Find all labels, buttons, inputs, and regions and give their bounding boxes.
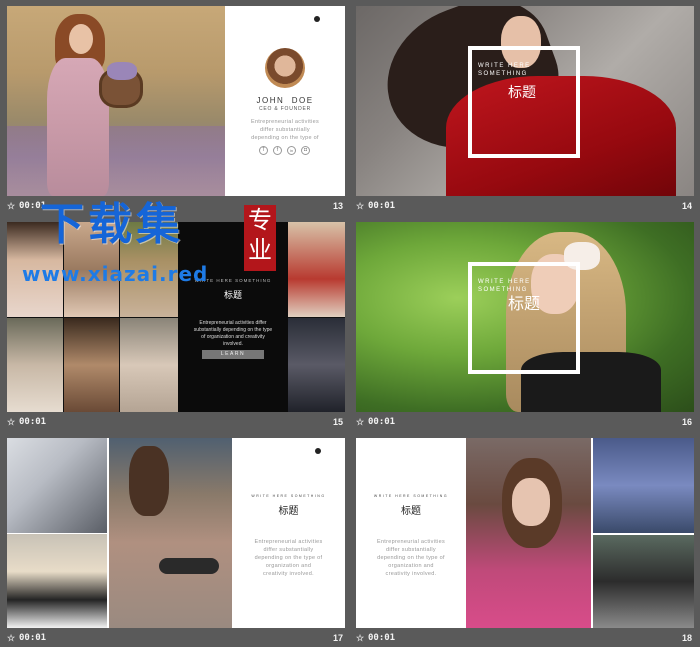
profile-name: JOHN DOE (256, 96, 314, 105)
skate-girl-photo (109, 438, 232, 628)
profile-panel: JOHN DOE CEO & FOUNDER Entrepreneurial a… (225, 6, 345, 196)
slide-17-bar: ☆ 00:01 17 (7, 630, 345, 647)
body-line: creativity involved. (385, 571, 437, 577)
body-line: substantially depending on the type (193, 327, 273, 333)
body-line: of organization and creativity (201, 334, 265, 340)
dark-hair-woman-photo (593, 438, 694, 533)
dot-marker (314, 16, 320, 22)
collage-photo-6 (120, 318, 178, 412)
slide-title: 标题 (223, 291, 242, 301)
slide-title: 标题 (508, 85, 536, 101)
slide-14-canvas[interactable]: WRITE HERE SOMETHING 标题 (356, 6, 694, 196)
body-line: creativity involved. (263, 571, 314, 577)
blonde-pose-photo (7, 438, 107, 533)
body-line: organization and (265, 563, 312, 569)
frame-caption: WRITE HERE SOMETHING (478, 62, 531, 78)
slide-time: 00:01 (19, 417, 47, 427)
slide-16-canvas[interactable]: WRITE HERE SOMETHING 标题 (356, 222, 694, 412)
slide-thumbnail-17[interactable]: WRITE HERE SOMETHING 标题 Entrepreneurial … (7, 438, 345, 647)
facebook-icon[interactable]: f (273, 146, 282, 155)
slide-thumbnail-15[interactable]: WRITE HERE SOMETHING 标题 Entrepreneurial … (7, 222, 345, 436)
star-icon[interactable]: ☆ (356, 201, 364, 212)
slide-number: 16 (681, 417, 692, 427)
slide-thumbnail-16[interactable]: WRITE HERE SOMETHING 标题 ☆ 00:01 16 (356, 222, 694, 436)
star-icon[interactable]: ☆ (356, 633, 364, 644)
slide-15-bar: ☆ 00:01 15 (7, 414, 345, 432)
body-line: depending on the type of (251, 135, 319, 141)
slide-number: 17 (332, 633, 343, 643)
badge-char: 专 (248, 206, 272, 234)
car-woman-photo (593, 535, 694, 628)
caption-line: SOMETHING (478, 71, 528, 77)
slide-number: 13 (332, 201, 343, 211)
badge-char: 业 (248, 236, 272, 264)
body-line: Entrepreneurial activities (250, 119, 320, 125)
profile-role: CEO & FOUNDER (258, 106, 312, 112)
slide-16-bar: ☆ 00:01 16 (356, 414, 694, 432)
collage-photo-7 (288, 222, 345, 317)
social-icons: T f in ◘ (259, 146, 315, 156)
slide-18-bar: ☆ 00:01 18 (356, 630, 694, 647)
body-line: depending on the type of (254, 555, 323, 561)
profile-body: Entrepreneurial activities differ substa… (235, 118, 335, 142)
collage-photo-5 (64, 318, 119, 412)
slide-title: 标题 (278, 506, 299, 517)
caption-line: WRITE HERE (478, 279, 531, 285)
slide-time: 00:01 (19, 633, 47, 643)
text-panel: WRITE HERE SOMETHING 标题 Entrepreneurial … (232, 438, 345, 628)
body-line: depending on the type of (377, 555, 445, 561)
watermark-url: www.xiazai.red (22, 262, 209, 286)
slide-title: 标题 (508, 294, 541, 313)
panel-body: Entrepreneurial activities differ substa… (184, 320, 282, 348)
star-icon[interactable]: ☆ (7, 633, 15, 644)
body-line: differ substantially (260, 127, 310, 133)
slide-14-bar: ☆ 00:01 14 (356, 198, 694, 216)
learn-button[interactable]: LEARN (202, 350, 264, 359)
watermark-badge: 专 业 (244, 205, 276, 271)
slide-time: 00:01 (368, 633, 396, 643)
body-line: differ substantially (386, 547, 436, 553)
body-line: Entrepreneurial activities (254, 539, 323, 545)
collage-photo-4 (7, 318, 63, 412)
watermark-text: 下载集 (40, 199, 184, 250)
slide-thumbnail-18[interactable]: WRITE HERE SOMETHING 标题 Entrepreneurial … (356, 438, 694, 647)
slide-number: 18 (681, 633, 692, 643)
caption-line: WRITE HERE (478, 63, 531, 69)
text-panel: WRITE HERE SOMETHING 标题 Entrepreneurial … (356, 438, 466, 628)
blonde-portrait-photo (7, 534, 107, 628)
body-line: involved. (223, 341, 243, 347)
body-line: organization and (388, 563, 434, 569)
panel-caption: WRITE HERE SOMETHING (373, 494, 449, 498)
star-icon[interactable]: ☆ (7, 417, 15, 428)
girl-flowers-photo (466, 438, 591, 628)
star-icon[interactable]: ☆ (356, 417, 364, 428)
body-line: differ substantially (263, 547, 314, 553)
body-line: Entrepreneurial activities differ (199, 320, 267, 326)
slide-number: 14 (681, 201, 692, 211)
slide-title: 标题 (401, 506, 421, 517)
panel-body: Entrepreneurial activities differ substa… (240, 538, 337, 578)
twitter-icon[interactable]: T (259, 146, 268, 155)
panel-caption: WRITE HERE SOMETHING (251, 494, 326, 498)
slide-time: 00:01 (368, 417, 396, 427)
slide-thumbnail-14[interactable]: WRITE HERE SOMETHING 标题 ☆ 00:01 14 (356, 6, 694, 220)
slide-18-canvas[interactable]: WRITE HERE SOMETHING 标题 Entrepreneurial … (356, 438, 694, 628)
instagram-icon[interactable]: ◘ (301, 146, 310, 155)
panel-body: Entrepreneurial activities differ substa… (362, 538, 460, 578)
body-line: Entrepreneurial activities (376, 539, 446, 545)
slide-time: 00:01 (368, 201, 396, 211)
avatar (265, 48, 305, 88)
star-icon[interactable]: ☆ (7, 201, 15, 212)
woman-lavender-photo (7, 6, 225, 196)
slide-17-canvas[interactable]: WRITE HERE SOMETHING 标题 Entrepreneurial … (7, 438, 345, 628)
slide-13-canvas[interactable]: JOHN DOE CEO & FOUNDER Entrepreneurial a… (7, 6, 345, 196)
slide-number: 15 (332, 417, 343, 427)
linkedin-icon[interactable]: in (287, 146, 296, 155)
collage-photo-8 (288, 318, 345, 412)
